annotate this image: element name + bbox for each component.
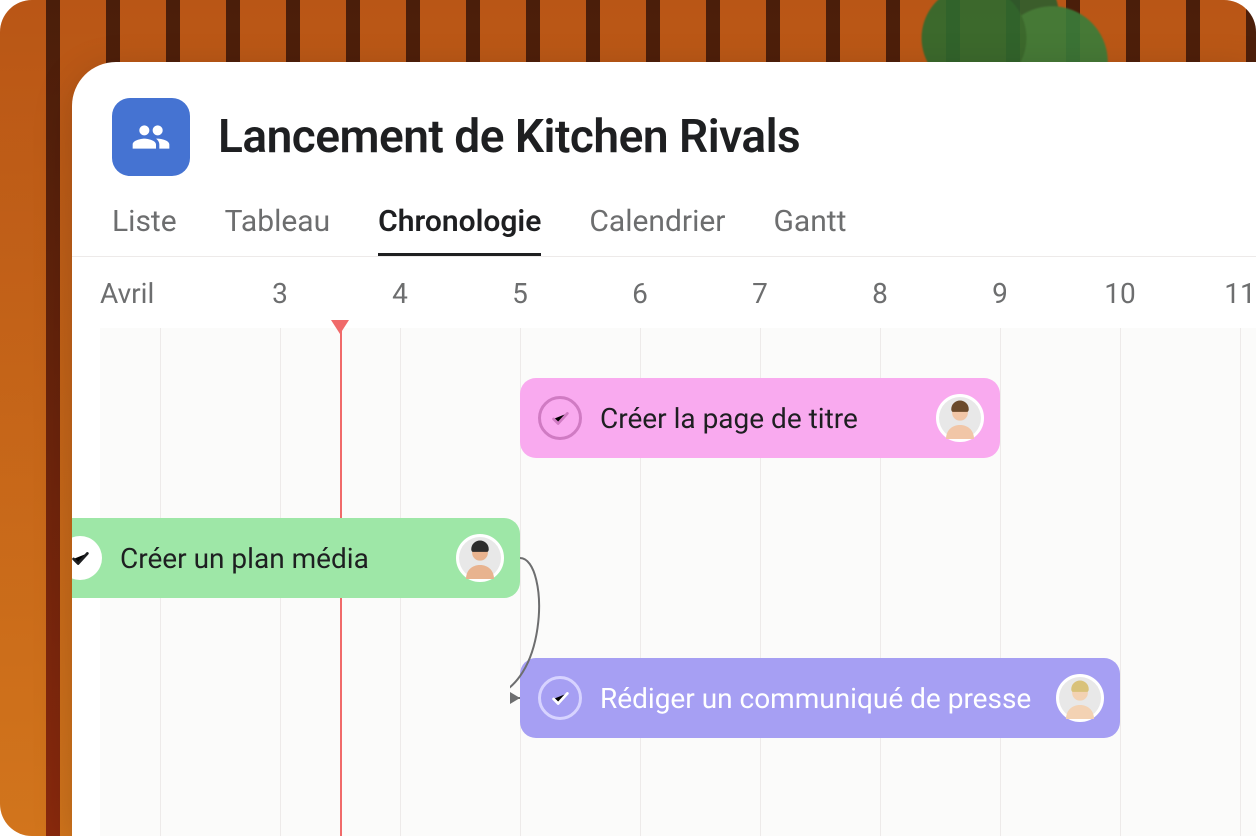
task-press-release[interactable]: Rédiger un communiqué de presse (520, 658, 1120, 738)
gridline (1240, 328, 1241, 836)
check-complete-icon[interactable] (72, 536, 102, 580)
check-circle-icon[interactable] (538, 396, 582, 440)
gridline (1120, 328, 1121, 836)
day-col-8: 8 (820, 277, 940, 310)
day-col-10: 10 (1060, 277, 1180, 310)
assignee-avatar[interactable] (1056, 674, 1104, 722)
project-panel: Lancement de Kitchen Rivals Liste Tablea… (72, 62, 1256, 836)
timeline-day-header: Avril 3 4 5 6 7 8 9 10 11 (72, 256, 1256, 328)
tab-tableau[interactable]: Tableau (225, 194, 330, 256)
task-media-plan[interactable]: Créer un plan média (72, 518, 520, 598)
day-col-7: 7 (700, 277, 820, 310)
assignee-avatar[interactable] (936, 394, 984, 442)
gridline (1000, 328, 1001, 836)
tab-chronologie[interactable]: Chronologie (378, 194, 541, 256)
project-title: Lancement de Kitchen Rivals (218, 110, 800, 164)
day-col-11: 11 (1180, 277, 1256, 310)
today-marker-icon (331, 320, 349, 334)
tab-liste[interactable]: Liste (112, 194, 177, 256)
day-col-3: 3 (220, 277, 340, 310)
task-label: Créer un plan média (120, 542, 438, 575)
day-col-4: 4 (340, 277, 460, 310)
view-tabs: Liste Tableau Chronologie Calendrier Gan… (72, 194, 1256, 256)
dependency-arrow (510, 548, 570, 718)
people-icon (131, 117, 171, 157)
month-label: Avril (100, 277, 220, 310)
day-col-6: 6 (580, 277, 700, 310)
task-label: Créer la page de titre (600, 402, 918, 435)
project-icon[interactable] (112, 98, 190, 176)
tab-gantt[interactable]: Gantt (773, 194, 846, 256)
assignee-avatar[interactable] (456, 534, 504, 582)
project-header: Lancement de Kitchen Rivals (72, 62, 1256, 194)
day-col-9: 9 (940, 277, 1060, 310)
task-title-page[interactable]: Créer la page de titre (520, 378, 1000, 458)
tab-calendrier[interactable]: Calendrier (589, 194, 725, 256)
timeline-body[interactable]: Créer la page de titre Créer un plan médi… (100, 328, 1256, 836)
day-col-5: 5 (460, 277, 580, 310)
task-label: Rédiger un communiqué de presse (600, 682, 1038, 715)
